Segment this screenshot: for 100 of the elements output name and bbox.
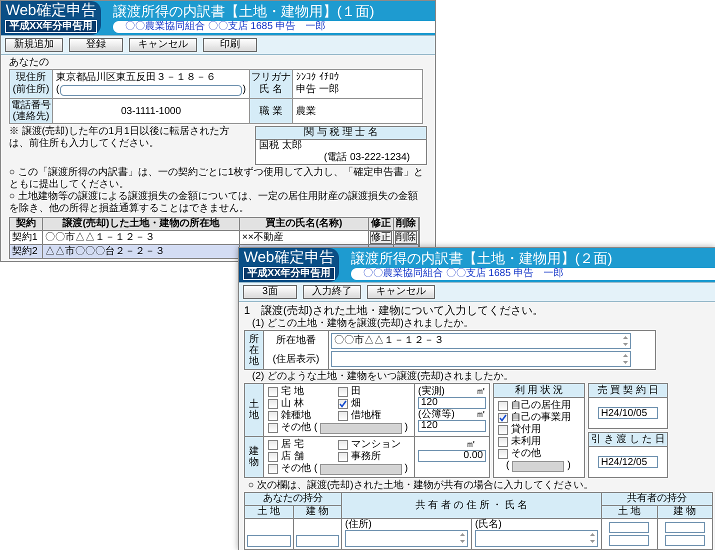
bracket-text: ): [404, 463, 408, 475]
input-field[interactable]: 0.00: [418, 450, 486, 462]
input-field[interactable]: [664, 535, 705, 546]
note-text: ※ 譲渡(売却)した年の1月1日以後に転居された方は、前住所も入力してください。: [9, 126, 231, 150]
unit-label: ㎡: [466, 439, 477, 450]
checkbox[interactable]: [338, 387, 348, 397]
checkbox-label: 宅 地: [281, 386, 304, 398]
input-field[interactable]: H24/12/05: [598, 456, 658, 468]
input-field[interactable]: [296, 535, 339, 547]
scroll-arrows-icon[interactable]: [622, 353, 629, 365]
checkbox-label: その他: [511, 448, 541, 460]
field-value: ｼﾝｺｸ ｲﾁﾛｳ: [296, 72, 340, 84]
table-cell: 契約2: [10, 245, 42, 258]
toolbar-button[interactable]: キャンセル: [367, 285, 435, 299]
vertical-label: 所在地: [245, 331, 263, 369]
edition-label: 平成XX年分申告用: [5, 20, 97, 33]
checkbox-label: 居 宅: [281, 439, 304, 450]
checkbox[interactable]: [498, 449, 508, 459]
checkbox[interactable]: [498, 401, 508, 411]
field-value: 申告 一郎: [296, 84, 340, 96]
checkbox[interactable]: [268, 411, 278, 421]
table-cell: 〇〇市△△１－１２－３: [43, 231, 239, 244]
text-area-field[interactable]: [475, 530, 598, 547]
checkbox-label: 貸付用: [511, 424, 541, 436]
checkbox[interactable]: [268, 452, 278, 462]
checkbox[interactable]: [498, 425, 508, 435]
column-header: 修正: [369, 218, 393, 230]
checkbox[interactable]: [268, 399, 278, 409]
field-value: 03-1111-1000: [120, 104, 182, 118]
input-field[interactable]: [60, 84, 242, 96]
edition-label: 平成XX年分申告用: [243, 267, 335, 280]
table-cell: 契約1: [10, 231, 42, 244]
scroll-arrows-icon[interactable]: [622, 335, 629, 347]
checkbox-label: 田: [351, 386, 361, 398]
unit-label: ㎡: [476, 409, 486, 420]
checkbox[interactable]: [338, 440, 348, 450]
checkbox-label: 自己の事業用: [511, 412, 571, 424]
toolbar-button[interactable]: 入力終了: [303, 285, 361, 299]
toolbar-button[interactable]: 印刷: [203, 38, 257, 52]
input-field[interactable]: [664, 522, 705, 533]
user-info-bar: 〇〇農業協同組合 〇〇支店 1685 申告 一郎: [351, 268, 715, 280]
bracket-text: (: [314, 463, 318, 475]
input-field[interactable]: H24/10/05: [598, 407, 658, 419]
checkbox[interactable]: [268, 464, 278, 474]
field-label: 職 業: [260, 104, 282, 118]
question-text: (1) どこの土地・建物を譲渡(売却)されましたか。: [251, 318, 475, 330]
row-button[interactable]: 削除: [395, 231, 417, 244]
checkbox[interactable]: [268, 440, 278, 450]
toolbar-button[interactable]: キャンセル: [129, 38, 197, 52]
checkbox-label: 店 舗: [281, 451, 304, 463]
address-text: 東京都品川区東五反田３－１８－６: [56, 72, 217, 84]
text-area-field[interactable]: 〇〇市△△１－１２－３: [331, 333, 631, 349]
text-area-field[interactable]: [345, 530, 468, 547]
column-header: 土 地: [245, 506, 292, 518]
unit-label: ㎡: [476, 386, 486, 397]
checkbox-label: その他: [281, 422, 311, 434]
checkbox[interactable]: [498, 413, 508, 423]
field-label: 現住所: [16, 72, 46, 84]
logo-text: Web確定申告: [6, 3, 96, 19]
bracket-text: (: [314, 422, 318, 434]
phone-text: (電話 03-222-1234): [324, 152, 411, 164]
checkbox[interactable]: [498, 437, 508, 447]
checkbox[interactable]: [338, 452, 348, 462]
input-field[interactable]: [609, 535, 650, 546]
toolbar-button[interactable]: 3面: [243, 285, 297, 299]
panel-header: 引 き 渡 し た 日: [589, 433, 667, 447]
logo-text: Web確定申告: [244, 250, 334, 266]
input-field[interactable]: 120: [418, 420, 486, 432]
field-label: 所在地番: [276, 334, 316, 348]
toolbar-button[interactable]: 新規追加: [5, 38, 63, 52]
column-header: あなたの持分: [245, 493, 341, 505]
checkbox[interactable]: [268, 423, 278, 433]
input-field[interactable]: [609, 522, 650, 533]
row-button[interactable]: 修正: [370, 231, 392, 244]
column-header: 買主の氏名(名称): [240, 218, 368, 230]
scroll-arrows-icon[interactable]: [459, 532, 466, 544]
vertical-label: 建物: [245, 437, 263, 477]
input-field[interactable]: 120: [418, 397, 486, 409]
bracket-text: (: [506, 460, 510, 472]
checkbox[interactable]: [338, 399, 348, 409]
toolbar-button[interactable]: 登録: [69, 38, 123, 52]
table-cell: ××不動産: [240, 231, 368, 244]
bracket-text: ): [567, 460, 571, 472]
checkbox[interactable]: [338, 411, 348, 421]
checkbox-label: 自己の居住用: [511, 400, 571, 412]
input-field[interactable]: [247, 535, 290, 547]
note-text: ○ 次の欄は、譲渡(売却)された土地・建物が共有の場合に入力してください。: [247, 480, 594, 492]
text-area-field[interactable]: [331, 351, 631, 367]
field-label: (住所): [345, 519, 373, 530]
checkbox[interactable]: [268, 387, 278, 397]
question-text: (2) どのような土地・建物をいつ譲渡(売却)されましたか。: [251, 371, 515, 383]
checkbox-label: 未利用: [511, 436, 541, 448]
field-label: (公簿等): [418, 409, 455, 420]
table-cell: △△市〇〇〇台２－２－３: [43, 245, 239, 258]
checkbox-label: 畑: [351, 398, 361, 410]
column-header: 譲渡(売却)した土地・建物の所在地: [43, 218, 239, 230]
panel-header: 売 買 契 約 日: [589, 384, 667, 398]
scroll-arrows-icon[interactable]: [589, 532, 596, 544]
field-label: (氏名): [475, 519, 503, 530]
column-header: 共 有 者 の 住 所 ・ 氏 名: [342, 493, 601, 518]
